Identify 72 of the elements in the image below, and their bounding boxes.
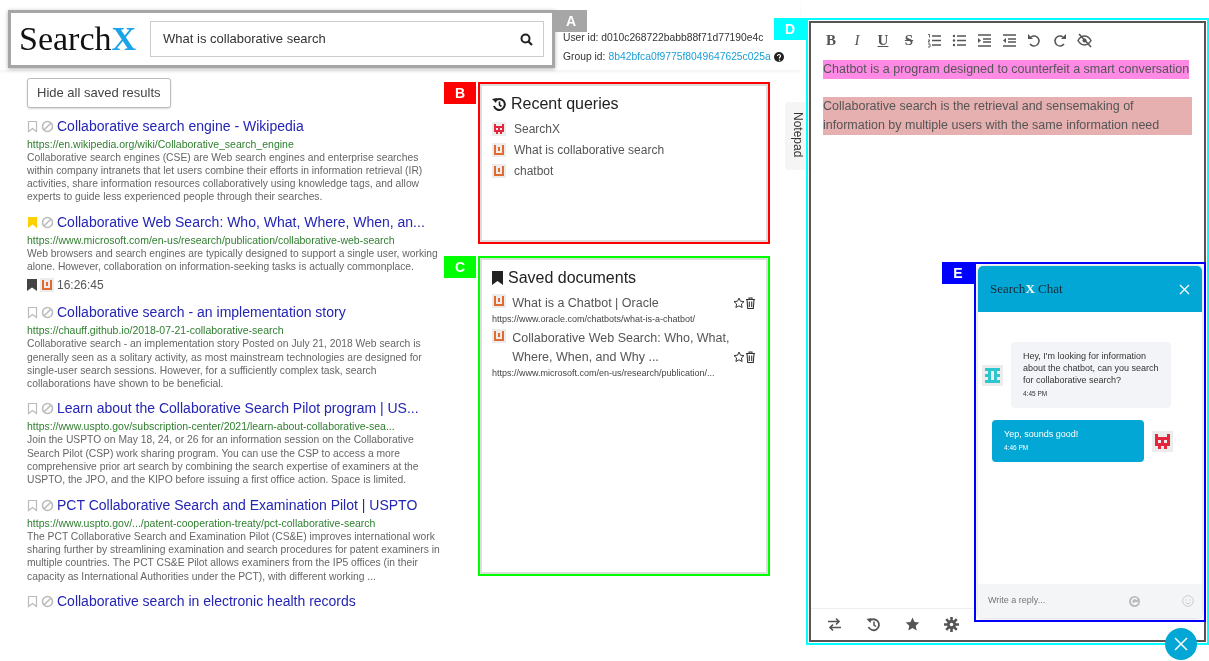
star-icon[interactable] bbox=[733, 350, 745, 363]
eye-slash-icon[interactable] bbox=[1077, 33, 1092, 48]
close-icon[interactable] bbox=[1179, 283, 1190, 295]
indent-icon[interactable] bbox=[977, 33, 992, 48]
result-snippet: Collaborative search engines (CSE) are Web search engines and enterprise searches within company intranets that let users combine their efforts in information retrieval (IR) activities, share information resources collaboratively using knowledge tags, and allow experts to guide less experienced people through their searches. bbox=[27, 150, 424, 204]
result-title-link[interactable]: PCT Collaborative Search and Examination Pilot | USPTO bbox=[57, 494, 418, 516]
saved-time: 16:26:45 bbox=[57, 277, 104, 295]
user-id-text: User id: d010c268722babb88f71d77190e4c bbox=[563, 32, 764, 43]
annotation-label: B bbox=[444, 82, 476, 104]
annotation-label: E bbox=[942, 262, 974, 284]
result-snippet: Web browsers and search engines are typically designed to support a single user, working alone. However, collaboration on information-seeking tasks is actually commonplace. bbox=[27, 246, 439, 274]
recent-query-link[interactable]: What is collaborative search bbox=[514, 141, 665, 159]
hide-saved-button[interactable]: Hide all saved results bbox=[27, 78, 171, 108]
result-title-link[interactable]: Collaborative search - an implementation story bbox=[57, 302, 346, 324]
search-bar[interactable]: What is collaborative search bbox=[150, 21, 544, 57]
note-text: Collaborative search is the retrieval and sensemaking of information by multiple users with the same information need bbox=[823, 97, 1192, 135]
redo-icon[interactable] bbox=[1052, 33, 1067, 48]
format-button[interactable]: U bbox=[875, 33, 891, 48]
chat-title: SearchX Chat bbox=[990, 280, 1063, 299]
trash-icon[interactable] bbox=[745, 297, 756, 310]
message-text: Hey, I'm looking for information about the chatbot, can you search for collaborative search? bbox=[1023, 350, 1159, 386]
message-text: Yep, sounds good! bbox=[1004, 428, 1080, 440]
annotation-label: A bbox=[555, 10, 587, 32]
history-icon[interactable] bbox=[866, 617, 881, 632]
close-icon bbox=[1174, 637, 1188, 651]
group-id-label: Group id: bbox=[563, 50, 606, 64]
outdent-icon[interactable] bbox=[1002, 33, 1017, 48]
star-icon[interactable] bbox=[905, 617, 920, 632]
annotation-label: D bbox=[774, 18, 806, 40]
result-snippet: Join the USPTO on May 18, 24, or 26 for an information session on the Collaborative Search Pilot (CSP) work sharing program. You can use the CSP to access a more comprehensive prior art search by combining the search expertise of examiners at the USPTO, the JPO, and the KIPO before issuing a first office action. Space is limited. bbox=[27, 433, 420, 487]
saved-document-url: https://www.microsoft.com/en-us/research/publication/... bbox=[492, 366, 716, 380]
undo-icon[interactable] bbox=[1027, 33, 1042, 48]
saved-document-link[interactable]: Collaborative Web Search: Who, What, Where, When, and Why ... bbox=[512, 329, 730, 367]
logo: SearchX bbox=[19, 22, 137, 56]
bullet-list-icon[interactable] bbox=[952, 33, 967, 48]
reply-bar[interactable]: Write a reply... bbox=[978, 584, 1202, 618]
history-icon bbox=[492, 97, 506, 111]
close-chat-button[interactable] bbox=[1165, 628, 1197, 660]
annotation-label: C bbox=[444, 256, 476, 278]
result-url: https://chauff.github.io/2018-07-21-collaborative-search bbox=[27, 323, 285, 338]
result-snippet: Collaborative search - an implementation story Posted on July 21, 2018 Web search is generally seen as a solitary activity, as most mainstream technologies are designed for single-user search sessions. However, for a sufficiently complex task, search collaborations have shown to be beneficial. bbox=[27, 337, 423, 391]
recent-query-link[interactable]: SearchX bbox=[514, 120, 561, 138]
result-url: https://en.wikipedia.org/wiki/Collaborative_search_engine bbox=[27, 136, 295, 151]
swap-icon[interactable] bbox=[827, 617, 842, 632]
bookmark-icon bbox=[27, 279, 37, 292]
format-button[interactable]: I bbox=[849, 33, 865, 48]
result-snippet: The PCT Collaborative Search and Examination Pilot (CS&E) improves international work sharing further by streamlining examination and search procedures for patent examiners in multiple countries. The PCT CS&E Pilot allows examiners from the IP5 offices (in their capacity as International Authorities under the PCT), with different working ... bbox=[27, 529, 440, 583]
panel-title: Saved documents bbox=[508, 268, 637, 288]
result-title-link[interactable]: Learn about the Collaborative Search Pilot program | US... bbox=[57, 398, 419, 420]
saved-document-url: https://www.oracle.com/chatbots/what-is-a-chatbot/ bbox=[492, 312, 697, 326]
ordered-list-icon[interactable] bbox=[927, 33, 942, 48]
format-button[interactable]: B bbox=[823, 33, 839, 48]
format-button[interactable]: S bbox=[901, 33, 917, 48]
result-url: https://www.uspto.gov/subscription-center/2021/learn-about-collaborative-sea... bbox=[27, 419, 396, 434]
result-title-link[interactable]: Collaborative search engine - Wikipedia bbox=[57, 115, 304, 137]
grammar-icon bbox=[1129, 595, 1140, 607]
result-url: https://www.microsoft.com/en-us/research/publication/collaborative-web-search bbox=[27, 232, 396, 247]
result-title-link[interactable]: Collaborative search in electronic health records bbox=[57, 590, 356, 612]
panel-title: Recent queries bbox=[511, 94, 619, 114]
reply-field[interactable]: Write a reply... bbox=[986, 593, 1123, 609]
result-title-link[interactable]: Collaborative Web Search: Who, What, Where, When, an... bbox=[57, 211, 425, 233]
result-url: https://www.uspto.gov/.../patent-cooperation-treaty/pct-collaborative-search bbox=[27, 515, 377, 530]
star-icon[interactable] bbox=[733, 297, 745, 310]
settings-icon[interactable] bbox=[944, 617, 959, 632]
saved-document-link[interactable]: What is a Chatbot | Oracle bbox=[512, 294, 730, 313]
search-field[interactable]: What is collaborative search bbox=[161, 28, 520, 50]
note-text: Chatbot is a program designed to counterfeit a smart conversation bbox=[823, 60, 1190, 79]
bookmark-icon bbox=[492, 271, 503, 285]
help-icon[interactable] bbox=[773, 51, 784, 62]
search-icon[interactable] bbox=[520, 32, 533, 46]
recent-query-link[interactable]: chatbot bbox=[514, 162, 554, 180]
trash-icon[interactable] bbox=[745, 350, 756, 363]
